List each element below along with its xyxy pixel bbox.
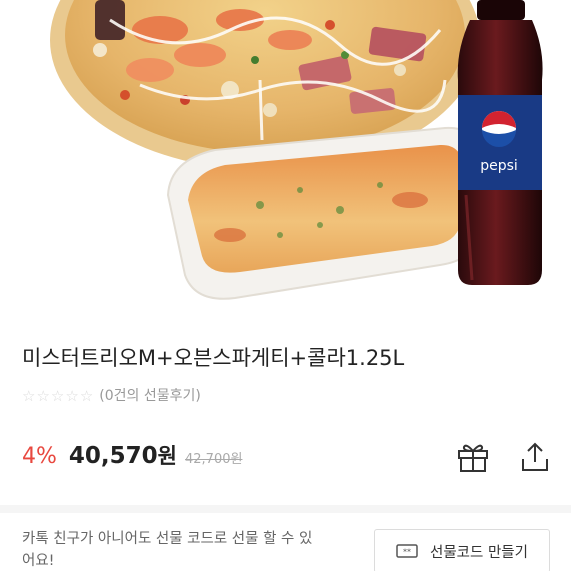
- product-illustration: pepsi: [50, 0, 543, 300]
- svg-text:**: **: [403, 548, 411, 557]
- star-icon: ☆: [79, 387, 94, 405]
- create-gift-code-label: 선물코드 만들기: [430, 544, 528, 561]
- original-price: 42,700원: [185, 452, 243, 467]
- discount-rate: 4%: [22, 444, 57, 469]
- rating-row[interactable]: ☆ ☆ ☆ ☆ ☆ (0건의 선물후기): [22, 386, 201, 406]
- create-gift-code-button[interactable]: ** 선물코드 만들기: [374, 529, 550, 571]
- star-rating: ☆ ☆ ☆ ☆ ☆: [22, 386, 93, 406]
- sale-price: 40,570: [68, 443, 158, 469]
- star-icon: ☆: [36, 387, 50, 405]
- gift-button[interactable]: [454, 438, 492, 476]
- oven-spaghetti: [166, 126, 484, 300]
- price-row: 4% 40,570 원 42,700원: [22, 440, 242, 474]
- gift-icon: [458, 444, 488, 472]
- gift-code-description: 카톡 친구가 아니어도 선물 코드로 선물 할 수 있어요!: [22, 531, 313, 569]
- ticket-icon: **: [396, 544, 418, 558]
- star-icon: ☆: [22, 387, 36, 405]
- product-title: 미스터트리오M+오븐스파게티+콜라1.25L: [22, 346, 405, 370]
- cola-bottle: pepsi: [457, 0, 543, 285]
- star-icon: ☆: [65, 387, 79, 405]
- currency-unit: 원: [157, 444, 177, 468]
- product-detail-page: pepsi 미스터트리오M+오븐스파게티+콜라1.25L ☆ ☆ ☆ ☆ ☆ (…: [0, 0, 571, 571]
- section-divider: [0, 505, 571, 513]
- share-icon: [522, 442, 548, 471]
- share-button[interactable]: [516, 438, 554, 476]
- star-icon: ☆: [50, 387, 65, 405]
- product-image: pepsi: [0, 0, 571, 318]
- review-count[interactable]: (0건의 선물후기): [99, 386, 201, 406]
- pepsi-label: pepsi: [480, 158, 518, 174]
